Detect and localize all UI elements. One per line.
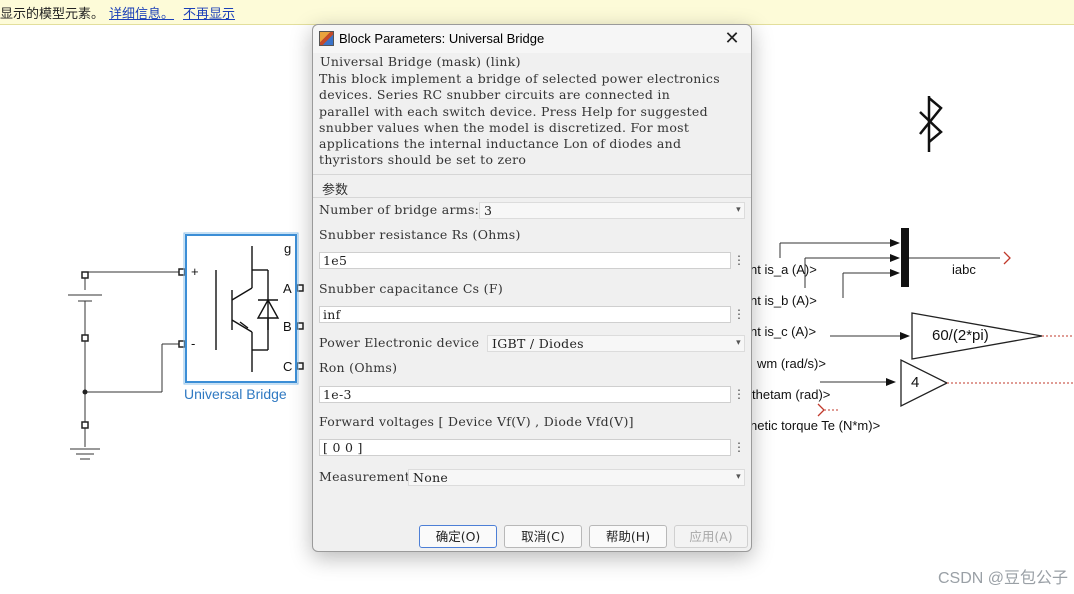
dialog-titlebar[interactable]: Block Parameters: Universal Bridge ✕ [313, 25, 751, 53]
universal-bridge-block [185, 234, 297, 383]
port-c: C [283, 359, 293, 374]
iabc-label: iabc [952, 262, 976, 277]
port-plus: + [191, 264, 199, 279]
chevron-down-icon: ▾ [736, 205, 741, 215]
ron-field[interactable]: 1e-3 [319, 386, 731, 403]
more-options-icon[interactable]: ⋮ [733, 386, 745, 403]
measurements-select[interactable]: None ▾ [408, 469, 745, 486]
info-bar: 显示的模型元素。 详细信息。 不再显示 [0, 0, 1074, 25]
ron-label: Ron (Ohms) [319, 360, 398, 375]
gain-pole-label: 4 [911, 374, 920, 391]
bridge-arms-value: 3 [484, 203, 493, 218]
device-value: IGBT / Diodes [492, 336, 584, 351]
dialog-title: Block Parameters: Universal Bridge [339, 31, 545, 46]
cancel-button[interactable]: 取消(C) [504, 525, 582, 548]
details-link[interactable]: 详细信息。 [109, 3, 174, 22]
apply-button[interactable]: 应用(A) [674, 525, 748, 548]
description-line: thyristors should be set to zero [319, 152, 527, 168]
divider [313, 174, 751, 175]
snubber-rs-label: Snubber resistance Rs (Ohms) [319, 227, 521, 242]
measurements-value: None [413, 470, 449, 485]
close-icon[interactable]: ✕ [719, 28, 745, 50]
bridge-arms-label: Number of bridge arms: [319, 202, 480, 217]
block-parameters-dialog: Block Parameters: Universal Bridge ✕ Uni… [312, 24, 752, 552]
description-line: snubber values when the model is discret… [319, 119, 690, 135]
divider [313, 197, 751, 198]
device-select[interactable]: IGBT / Diodes ▾ [487, 335, 745, 352]
signal-isb: nt is_b (A)> [750, 293, 817, 308]
gain-speed-label: 60/(2*pi) [932, 327, 989, 344]
more-options-icon[interactable]: ⋮ [733, 252, 745, 269]
description-line: devices. Series RC snubber circuits are … [319, 87, 671, 103]
port-g: g [284, 241, 292, 256]
chevron-down-icon: ▾ [736, 472, 741, 482]
signal-te: netic torque Te (N*m)> [750, 418, 881, 433]
port-minus: - [191, 336, 196, 351]
signal-wm: wm (rad/s)> [757, 356, 826, 371]
snubber-rs-field[interactable]: 1e5 [319, 252, 731, 269]
chevron-down-icon: ▾ [736, 338, 741, 348]
block-description: This block implement a bridge of selecte… [319, 71, 743, 169]
signal-isc: nt is_c (A)> [750, 324, 817, 339]
measurements-label: Measurements [319, 469, 417, 484]
ok-button[interactable]: 确定(O) [419, 525, 497, 548]
more-options-icon[interactable]: ⋮ [733, 439, 745, 456]
forward-voltages-field[interactable]: [ 0 0 ] [319, 439, 731, 456]
description-line: This block implement a bridge of selecte… [319, 71, 720, 86]
signal-thetam: thetam (rad)> [752, 387, 831, 402]
port-b: B [283, 319, 292, 334]
description-line: applications the internal inductance Lon… [319, 136, 682, 152]
more-options-icon[interactable]: ⋮ [733, 306, 745, 323]
port-a: A [283, 281, 292, 296]
snubber-cs-label: Snubber capacitance Cs (F) [319, 281, 503, 296]
watermark: CSDN @豆包公子 [937, 570, 1068, 587]
bridge-block-name[interactable]: Universal Bridge [184, 386, 287, 402]
description-line: parallel with each switch device. Press … [319, 103, 708, 119]
parameters-group-label: 参数 [322, 183, 349, 198]
snubber-cs-field[interactable]: inf [319, 306, 731, 323]
signal-isa: nt is_a (A)> [750, 262, 817, 277]
mask-header: Universal Bridge (mask) (link) [320, 54, 521, 69]
bridge-arms-select[interactable]: 3 ▾ [479, 202, 745, 219]
device-label: Power Electronic device [319, 335, 480, 350]
simulink-app-icon [319, 31, 334, 46]
info-bar-message: 显示的模型元素。 [0, 7, 105, 22]
forward-voltages-label: Forward voltages [ Device Vf(V) , Diode … [319, 414, 634, 429]
help-button[interactable]: 帮助(H) [589, 525, 667, 548]
dismiss-link[interactable]: 不再显示 [183, 3, 235, 22]
